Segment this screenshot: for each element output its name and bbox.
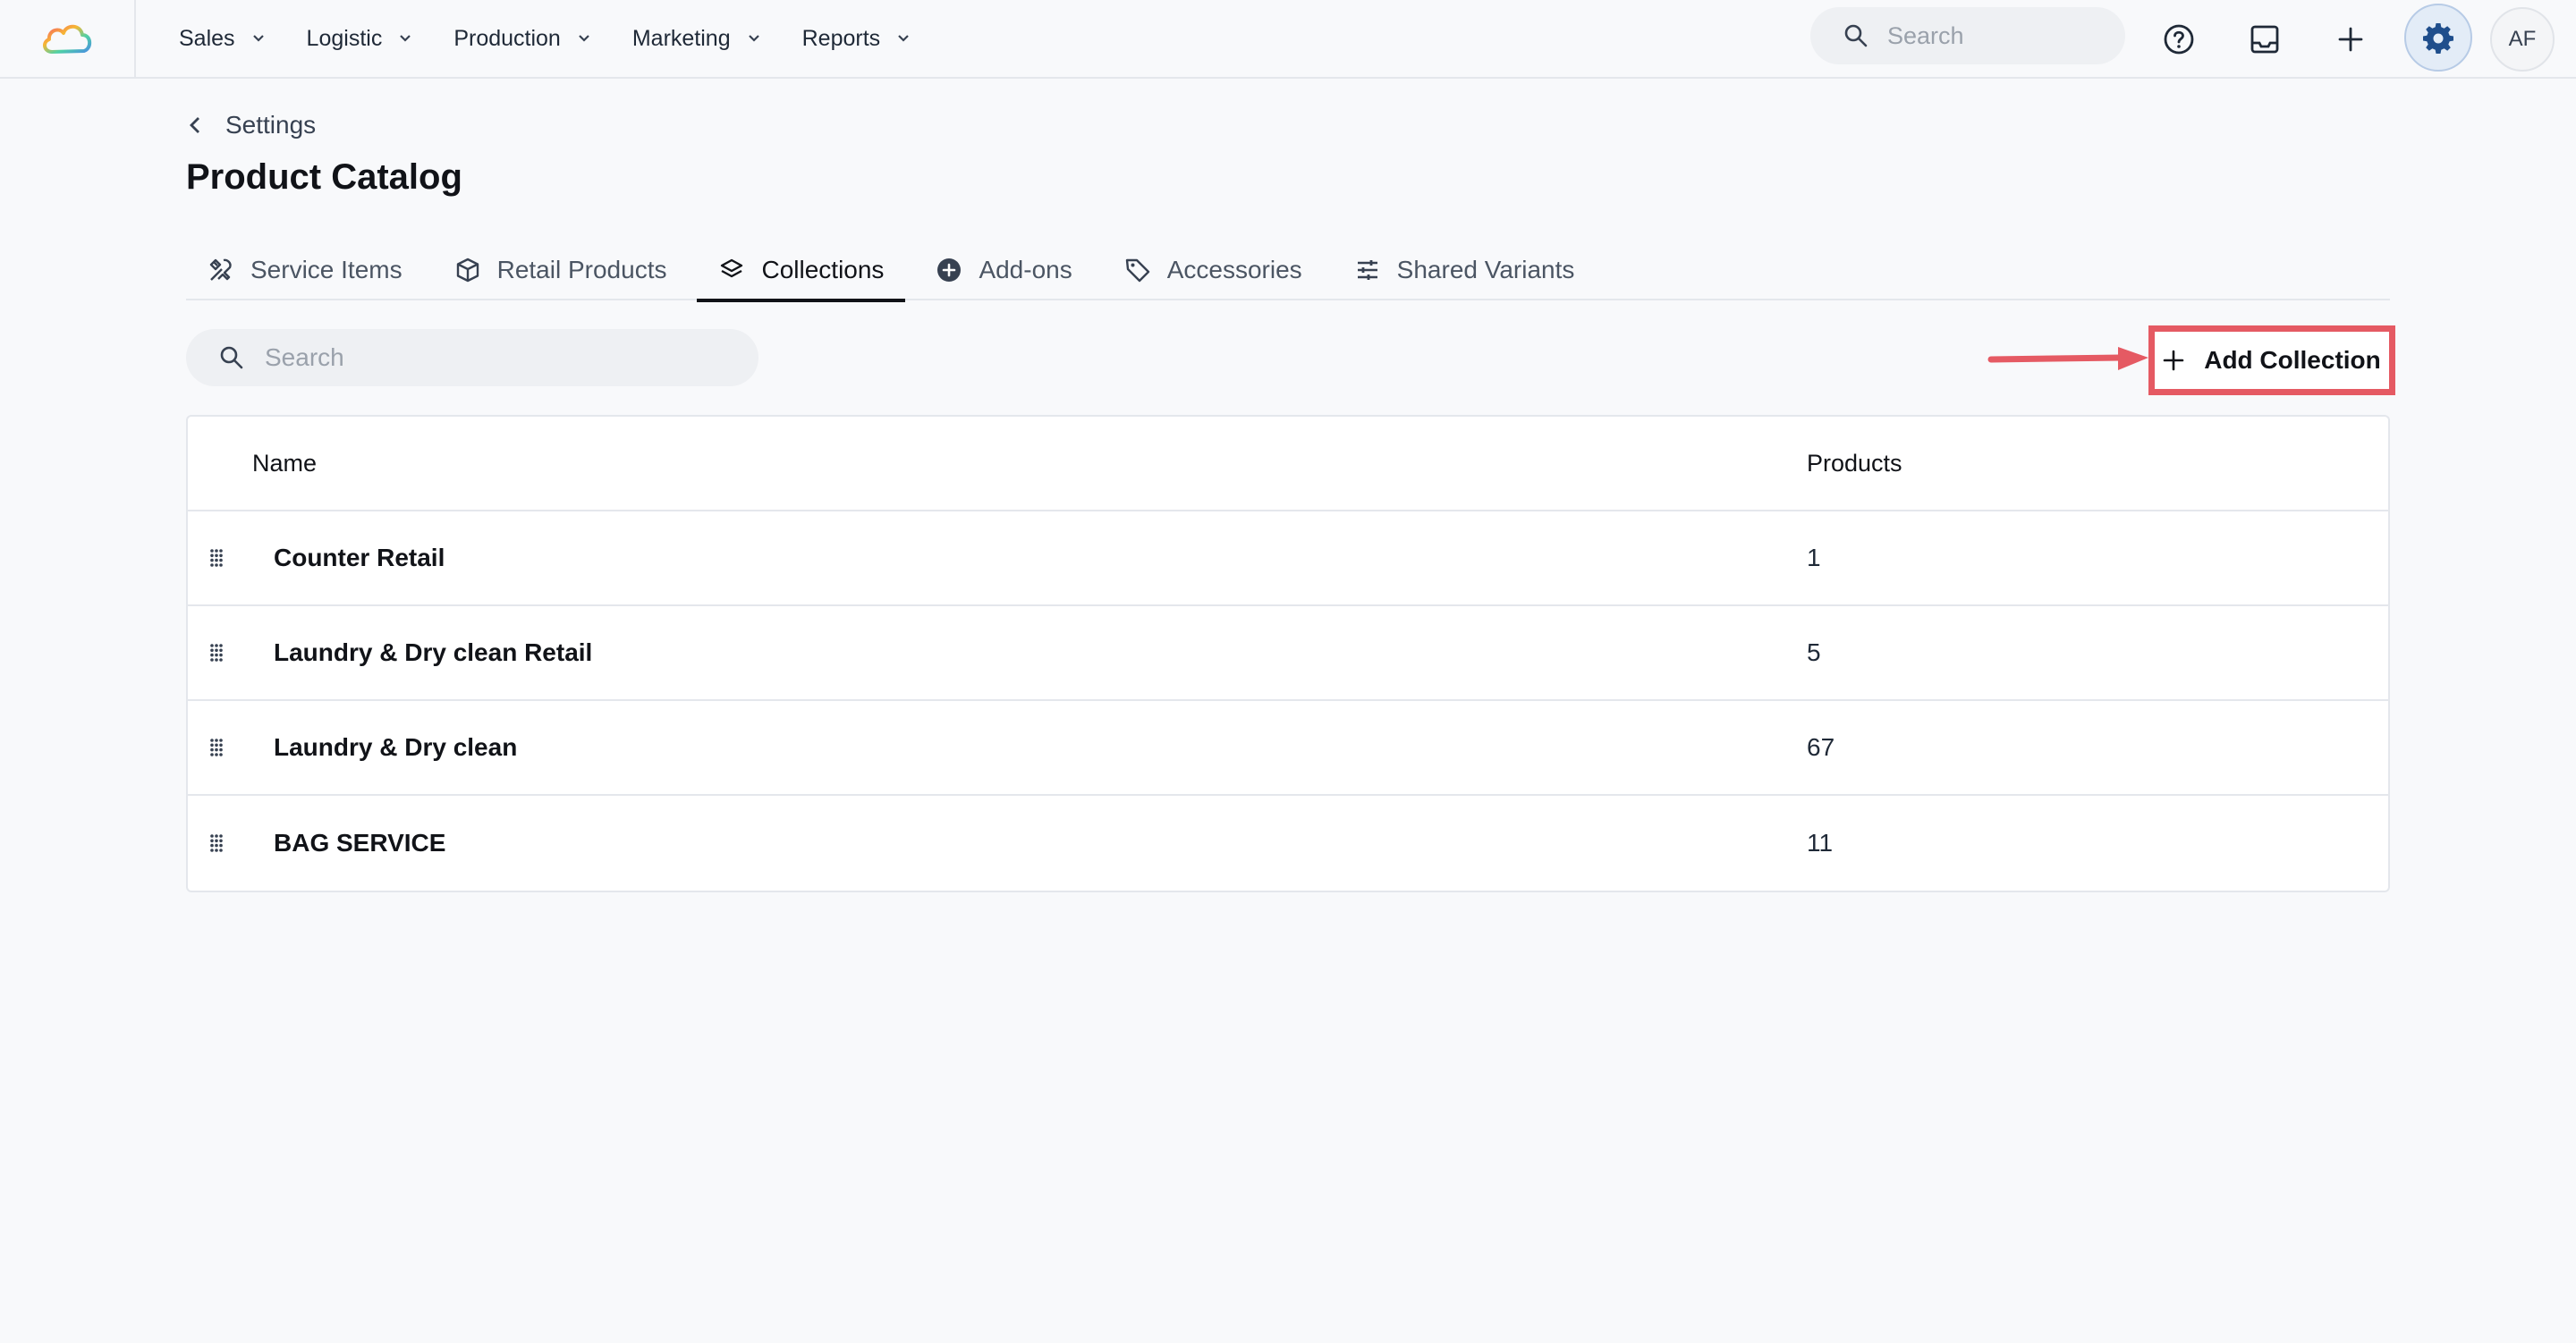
global-search[interactable] <box>1810 7 2125 64</box>
collection-name: Laundry & Dry clean Retail <box>274 638 593 666</box>
plus-icon <box>2338 27 2363 52</box>
help-icon <box>2164 24 2194 55</box>
tab-label: Retail Products <box>496 256 667 283</box>
inbox-button[interactable] <box>2236 11 2293 68</box>
tab-label: Shared Variants <box>1396 256 1575 283</box>
tab-service-items[interactable]: Service Items <box>186 240 424 300</box>
chevron-left-icon <box>190 117 199 133</box>
nav-logistic[interactable]: Logistic <box>307 0 415 78</box>
table-row[interactable]: Laundry & Dry clean 67 <box>188 701 2388 796</box>
add-collection-button[interactable]: Add Collection <box>2148 325 2395 395</box>
nav-sales-label: Sales <box>179 25 235 51</box>
column-header-name[interactable]: Name <box>252 450 317 477</box>
user-avatar[interactable]: AF <box>2490 7 2555 72</box>
collection-name: Counter Retail <box>274 544 445 571</box>
help-button[interactable] <box>2150 11 2207 68</box>
avatar-initials: AF <box>2508 27 2537 51</box>
collection-name: BAG SERVICE <box>274 829 446 857</box>
chevron-down-icon <box>579 35 589 42</box>
nav-reports-label: Reports <box>801 25 881 51</box>
nav-marketing[interactable]: Marketing <box>632 0 763 78</box>
cloud-logo-icon <box>43 24 92 54</box>
gear-icon <box>2423 23 2453 54</box>
nav-logistic-label: Logistic <box>306 25 383 51</box>
tab-collections[interactable]: Collections <box>697 240 906 302</box>
annotation-arrow-icon <box>1987 347 2148 370</box>
collection-search-input[interactable] <box>265 343 730 372</box>
collection-product-count: 67 <box>1807 733 1835 761</box>
chevron-down-icon <box>252 35 264 42</box>
inbox-icon <box>2250 25 2279 54</box>
tag-icon <box>1125 258 1149 283</box>
nav-production-label: Production <box>453 25 561 51</box>
column-header-products[interactable]: Products <box>1807 450 1902 477</box>
tab-label: Service Items <box>250 256 402 283</box>
main-nav: Sales Logistic Production Marketing Repo… <box>179 0 952 78</box>
drag-handle-icon[interactable] <box>208 547 225 569</box>
tab-retail-products[interactable]: Retail Products <box>433 240 689 300</box>
tab-add-ons[interactable]: Add-ons <box>914 240 1093 300</box>
nav-production[interactable]: Production <box>453 0 593 78</box>
table-row[interactable]: Counter Retail 1 <box>188 511 2388 606</box>
collection-product-count: 1 <box>1807 544 1821 571</box>
tab-label: Add-ons <box>979 256 1072 283</box>
drag-handle-icon[interactable] <box>208 642 225 663</box>
search-icon <box>220 346 243 369</box>
drag-handle-icon[interactable] <box>208 737 225 758</box>
chevron-down-icon <box>748 35 759 42</box>
table-header: Name Products <box>188 417 2388 511</box>
top-nav-bar: Sales Logistic Production Marketing Repo… <box>0 0 2576 79</box>
breadcrumb-label: Settings <box>225 111 317 139</box>
nav-sales[interactable]: Sales <box>179 0 267 78</box>
app-logo[interactable] <box>0 0 136 78</box>
collection-product-count: 11 <box>1807 829 1834 857</box>
tab-label: Collections <box>761 256 885 283</box>
plus-circle-icon <box>937 258 962 282</box>
nav-marketing-label: Marketing <box>631 25 731 51</box>
sliders-icon <box>1357 260 1377 280</box>
search-icon <box>1844 24 1868 47</box>
plus-icon <box>2163 350 2184 371</box>
collection-name: Laundry & Dry clean <box>274 733 518 761</box>
add-collection-label: Add Collection <box>2204 346 2381 374</box>
settings-button[interactable] <box>2404 4 2472 72</box>
drag-handle-icon[interactable] <box>208 832 225 854</box>
page-title: Product Catalog <box>186 157 462 197</box>
table-row[interactable]: BAG SERVICE 11 <box>188 796 2388 891</box>
nav-reports[interactable]: Reports <box>802 0 913 78</box>
tools-icon <box>209 258 232 281</box>
breadcrumb-back[interactable]: Settings <box>186 111 316 139</box>
chevron-down-icon <box>898 35 909 42</box>
catalog-tabs: Service Items Retail Products Collection… <box>186 240 2390 302</box>
global-search-input[interactable] <box>1887 21 2102 50</box>
tab-accessories[interactable]: Accessories <box>1103 240 1324 300</box>
create-button[interactable] <box>2322 11 2379 68</box>
tab-shared-variants[interactable]: Shared Variants <box>1333 240 1597 300</box>
chevron-down-icon <box>400 35 411 42</box>
tab-label: Accessories <box>1166 256 1302 283</box>
collection-product-count: 5 <box>1807 638 1821 666</box>
box-icon <box>456 258 479 283</box>
collections-table: Name Products Counter Retail 1 Laundry &… <box>186 415 2390 892</box>
layers-icon <box>721 258 743 278</box>
collection-search[interactable] <box>186 329 758 386</box>
table-row[interactable]: Laundry & Dry clean Retail 5 <box>188 606 2388 701</box>
